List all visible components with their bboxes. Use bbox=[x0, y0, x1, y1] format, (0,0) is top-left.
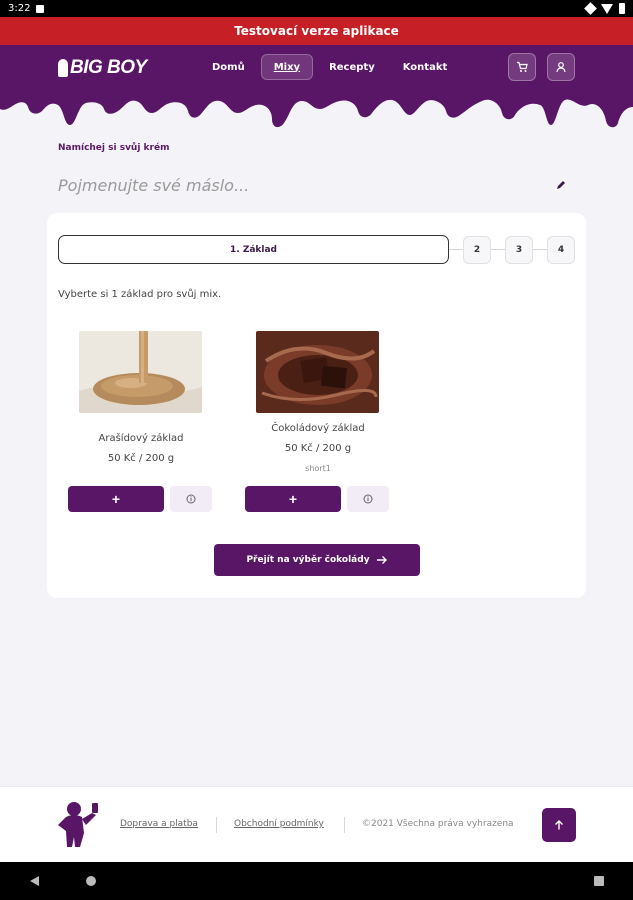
step-indicator: 1. Základ 2 3 4 bbox=[58, 235, 576, 265]
home-icon[interactable] bbox=[86, 876, 96, 886]
cart-button[interactable] bbox=[508, 53, 536, 81]
step-2[interactable]: 2 bbox=[463, 236, 491, 264]
recent-apps-icon[interactable] bbox=[594, 876, 604, 886]
product-name: Arašídový základ bbox=[98, 433, 184, 444]
logo-text: BIG BOY bbox=[70, 57, 147, 78]
product-price: 50 Kč / 200 g bbox=[284, 443, 352, 454]
notification-icon bbox=[36, 4, 45, 13]
footer-divider bbox=[344, 817, 345, 833]
status-time: 3:22 bbox=[8, 3, 31, 14]
product-price: 50 Kč / 200 g bbox=[107, 453, 175, 464]
signal-icon bbox=[584, 2, 597, 15]
arrow-right-icon bbox=[376, 556, 387, 564]
footer-link-shipping[interactable]: Doprava a platba bbox=[120, 819, 198, 829]
product-card-peanut: Arašídový základ 50 Kč / 200 g + bbox=[66, 322, 224, 522]
add-button[interactable]: + bbox=[245, 486, 341, 512]
user-icon bbox=[556, 62, 566, 73]
next-step-label: Přejít na výběr čokolády bbox=[246, 555, 370, 565]
logo-kid-icon bbox=[58, 59, 68, 77]
header: BIG BOY Domů Mixy Recepty Kontakt bbox=[0, 45, 633, 135]
next-step-button[interactable]: Přejít na výběr čokolády bbox=[214, 544, 420, 576]
scroll-top-button[interactable] bbox=[542, 808, 576, 842]
footer-link-terms[interactable]: Obchodní podmínky bbox=[234, 819, 324, 829]
product-image-chocolate bbox=[256, 331, 379, 413]
step-instruction: Vyberte si 1 základ pro svůj mix. bbox=[58, 289, 222, 300]
arrow-up-icon bbox=[555, 820, 563, 830]
main-nav: Domů Mixy Recepty Kontakt bbox=[200, 54, 459, 80]
product-image-peanut bbox=[79, 331, 202, 413]
battery-icon bbox=[619, 3, 625, 14]
product-short-description: short1 bbox=[305, 464, 331, 473]
android-nav-bar bbox=[0, 862, 633, 900]
product-name: Čokoládový základ bbox=[271, 423, 365, 434]
info-button[interactable] bbox=[347, 486, 389, 512]
nav-item-home[interactable]: Domů bbox=[200, 54, 257, 80]
step-1-active[interactable]: 1. Základ bbox=[58, 235, 449, 264]
wifi-icon bbox=[601, 3, 613, 14]
footer-logo[interactable] bbox=[56, 799, 100, 849]
add-button[interactable]: + bbox=[68, 486, 164, 512]
mix-name-input[interactable] bbox=[58, 170, 528, 200]
step-3[interactable]: 3 bbox=[505, 236, 533, 264]
info-icon bbox=[363, 494, 373, 504]
product-card-chocolate: Čokoládový základ 50 Kč / 200 g short1 + bbox=[243, 322, 401, 522]
test-version-banner: Testovací verze aplikace bbox=[0, 17, 633, 45]
footer-copyright: ©2021 Všechna práva vyhrazena bbox=[362, 819, 514, 829]
footer-divider bbox=[216, 817, 217, 833]
nav-item-mixes[interactable]: Mixy bbox=[260, 54, 314, 80]
info-button[interactable] bbox=[170, 486, 212, 512]
nav-item-recipes[interactable]: Recepty bbox=[317, 54, 387, 80]
footer: Doprava a platba Obchodní podmínky ©2021… bbox=[0, 786, 633, 862]
nav-item-contact[interactable]: Kontakt bbox=[391, 54, 460, 80]
info-icon bbox=[186, 494, 196, 504]
bigboy-logo[interactable]: BIG BOY bbox=[58, 57, 147, 79]
page-subtitle: Namíchej si svůj krém bbox=[58, 143, 170, 153]
step-4[interactable]: 4 bbox=[547, 236, 575, 264]
user-button[interactable] bbox=[547, 53, 575, 81]
pencil-icon[interactable] bbox=[555, 179, 567, 191]
cart-icon bbox=[517, 61, 528, 72]
back-icon[interactable] bbox=[30, 876, 39, 886]
status-bar: 3:22 bbox=[0, 0, 633, 17]
